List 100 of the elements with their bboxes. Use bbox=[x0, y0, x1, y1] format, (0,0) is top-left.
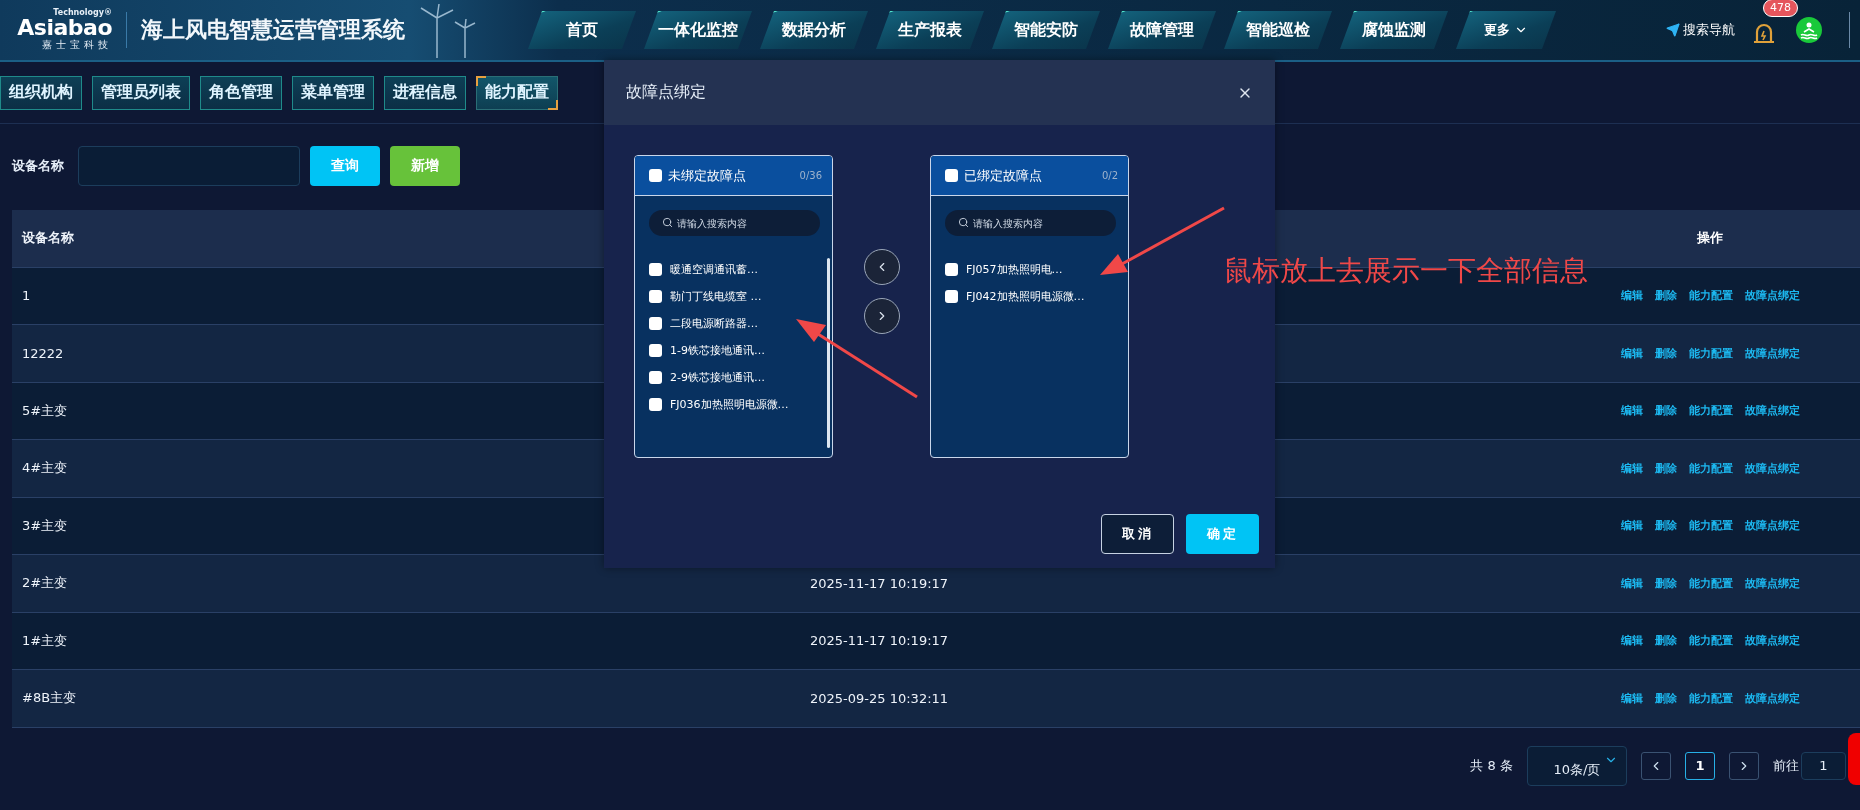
item-label[interactable]: 1-9铁芯接地通讯… bbox=[670, 343, 765, 358]
action-link[interactable]: 故障点绑定 bbox=[1744, 633, 1800, 649]
action-link[interactable]: 删除 bbox=[1654, 460, 1677, 476]
action-link[interactable]: 能力配置 bbox=[1688, 690, 1733, 706]
item-label[interactable]: FJ057加热照明电… bbox=[966, 262, 1063, 277]
action-link[interactable]: 故障点绑定 bbox=[1744, 288, 1800, 304]
next-page-button[interactable] bbox=[1729, 751, 1759, 780]
action-link[interactable]: 删除 bbox=[1654, 633, 1677, 649]
action-link[interactable]: 编辑 bbox=[1620, 633, 1643, 649]
action-link[interactable]: 编辑 bbox=[1620, 575, 1643, 591]
table-cell-text: 1 bbox=[21, 288, 31, 304]
page-tab[interactable]: 管理员列表 bbox=[92, 75, 190, 110]
select-all-checkbox[interactable] bbox=[649, 169, 662, 182]
selection-count: 0/2 bbox=[1101, 170, 1118, 181]
action-link[interactable]: 故障点绑定 bbox=[1744, 690, 1800, 706]
table-cell-text: 4#主变 bbox=[21, 459, 68, 478]
action-link[interactable]: 能力配置 bbox=[1688, 633, 1733, 649]
page-tab[interactable]: 进程信息 bbox=[384, 75, 466, 110]
item-checkbox[interactable] bbox=[945, 263, 958, 276]
action-link[interactable]: 故障点绑定 bbox=[1744, 518, 1800, 534]
nav-button[interactable]: 智能巡检 bbox=[1224, 11, 1332, 49]
side-tab[interactable] bbox=[1848, 733, 1860, 785]
item-checkbox[interactable] bbox=[649, 398, 662, 411]
nav-button[interactable]: 一体化监控 bbox=[644, 11, 752, 49]
action-link[interactable]: 能力配置 bbox=[1688, 575, 1733, 591]
action-link[interactable]: 删除 bbox=[1654, 345, 1677, 361]
more-menu-button[interactable]: 更多 bbox=[1456, 11, 1556, 49]
action-link[interactable]: 编辑 bbox=[1620, 403, 1643, 419]
cancel-button[interactable]: 取消 bbox=[1101, 514, 1174, 554]
panel-title: 已绑定故障点 bbox=[964, 166, 1042, 185]
prev-page-button[interactable] bbox=[1641, 751, 1671, 780]
page-tab[interactable]: 组织机构 bbox=[0, 75, 82, 110]
page-tab[interactable]: 能力配置 bbox=[476, 75, 558, 110]
item-label[interactable]: FJ042加热照明电源微… bbox=[966, 289, 1085, 304]
action-link[interactable]: 能力配置 bbox=[1688, 460, 1733, 476]
item-label[interactable]: 暖通空调通讯蓄… bbox=[670, 262, 758, 277]
table-cell-text: 3#主变 bbox=[21, 516, 68, 535]
action-link[interactable]: 删除 bbox=[1654, 690, 1677, 706]
page-size-select[interactable]: 10条/页 bbox=[1527, 745, 1627, 786]
panel-search-field[interactable]: 请输入搜索内容 bbox=[649, 210, 820, 236]
action-link[interactable]: 编辑 bbox=[1620, 690, 1643, 706]
action-link[interactable]: 故障点绑定 bbox=[1744, 345, 1800, 361]
item-checkbox[interactable] bbox=[649, 344, 662, 357]
item-label[interactable]: 勒门丁线电缆室 … bbox=[670, 289, 762, 304]
panel-title: 未绑定故障点 bbox=[668, 166, 746, 185]
page-tab[interactable]: 菜单管理 bbox=[292, 75, 374, 110]
action-link[interactable]: 删除 bbox=[1654, 403, 1677, 419]
item-checkbox[interactable] bbox=[649, 371, 662, 384]
dialog-title: 故障点绑定 bbox=[626, 82, 706, 103]
device-name-field[interactable] bbox=[78, 146, 300, 186]
nav-button[interactable]: 生产报表 bbox=[876, 11, 984, 49]
action-link[interactable]: 故障点绑定 bbox=[1744, 460, 1800, 476]
item-label[interactable]: FJ036加热照明电源微… bbox=[670, 397, 789, 412]
scrollbar[interactable] bbox=[827, 258, 830, 448]
item-checkbox[interactable] bbox=[649, 263, 662, 276]
item-checkbox[interactable] bbox=[945, 290, 958, 303]
search-icon bbox=[662, 217, 673, 228]
table-cell-text: 2025-11-17 10:19:17 bbox=[809, 575, 949, 591]
table-cell-text: 2#主变 bbox=[21, 574, 68, 593]
search-nav-link[interactable]: 搜索导航 bbox=[1666, 21, 1735, 39]
page-tab[interactable]: 角色管理 bbox=[200, 75, 282, 110]
nav-button[interactable]: 数据分析 bbox=[760, 11, 868, 49]
goto-page-field[interactable]: 1 bbox=[1801, 751, 1846, 780]
action-link[interactable]: 删除 bbox=[1654, 518, 1677, 534]
nav-button[interactable]: 故障管理 bbox=[1108, 11, 1216, 49]
panel-search-field[interactable]: 请输入搜索内容 bbox=[945, 210, 1116, 236]
action-link[interactable]: 故障点绑定 bbox=[1744, 403, 1800, 419]
search-icon bbox=[958, 217, 969, 228]
table-cell-text: 5#主变 bbox=[21, 401, 68, 420]
action-link[interactable]: 故障点绑定 bbox=[1744, 575, 1800, 591]
action-link[interactable]: 编辑 bbox=[1620, 288, 1643, 304]
nav-button[interactable]: 腐蚀监测 bbox=[1340, 11, 1448, 49]
action-link[interactable]: 能力配置 bbox=[1688, 403, 1733, 419]
move-left-button[interactable] bbox=[863, 249, 900, 285]
table-cell-text: 12222 bbox=[21, 345, 64, 361]
nav-button[interactable]: 首页 bbox=[528, 11, 636, 49]
table-cell-text: 2025-09-25 10:32:11 bbox=[809, 690, 949, 706]
action-link[interactable]: 编辑 bbox=[1620, 460, 1643, 476]
alarm-count-badge: 478 bbox=[1763, 0, 1798, 17]
page-number-button[interactable]: 1 bbox=[1685, 751, 1715, 780]
table-cell-text: #8B主变 bbox=[21, 689, 77, 708]
item-label[interactable]: 2-9铁芯接地通讯… bbox=[670, 370, 765, 385]
action-link[interactable]: 编辑 bbox=[1620, 345, 1643, 361]
action-link[interactable]: 能力配置 bbox=[1688, 345, 1733, 361]
move-right-button[interactable] bbox=[863, 298, 900, 334]
item-label[interactable]: 二段电源断路器… bbox=[670, 316, 758, 331]
action-link[interactable]: 能力配置 bbox=[1688, 518, 1733, 534]
item-checkbox[interactable] bbox=[649, 290, 662, 303]
action-link[interactable]: 删除 bbox=[1654, 575, 1677, 591]
action-link[interactable]: 删除 bbox=[1654, 288, 1677, 304]
action-link[interactable]: 能力配置 bbox=[1688, 288, 1733, 304]
filter-label: 设备名称 bbox=[12, 157, 64, 175]
column-header: 设备名称 bbox=[21, 229, 74, 248]
item-checkbox[interactable] bbox=[649, 317, 662, 330]
action-link[interactable]: 编辑 bbox=[1620, 518, 1643, 534]
column-header: 操作 bbox=[1697, 229, 1723, 248]
goto-label: 前往 bbox=[1773, 756, 1799, 775]
select-all-checkbox[interactable] bbox=[945, 169, 958, 182]
wave-status-icon[interactable] bbox=[1795, 16, 1823, 44]
nav-button[interactable]: 智能安防 bbox=[992, 11, 1100, 49]
